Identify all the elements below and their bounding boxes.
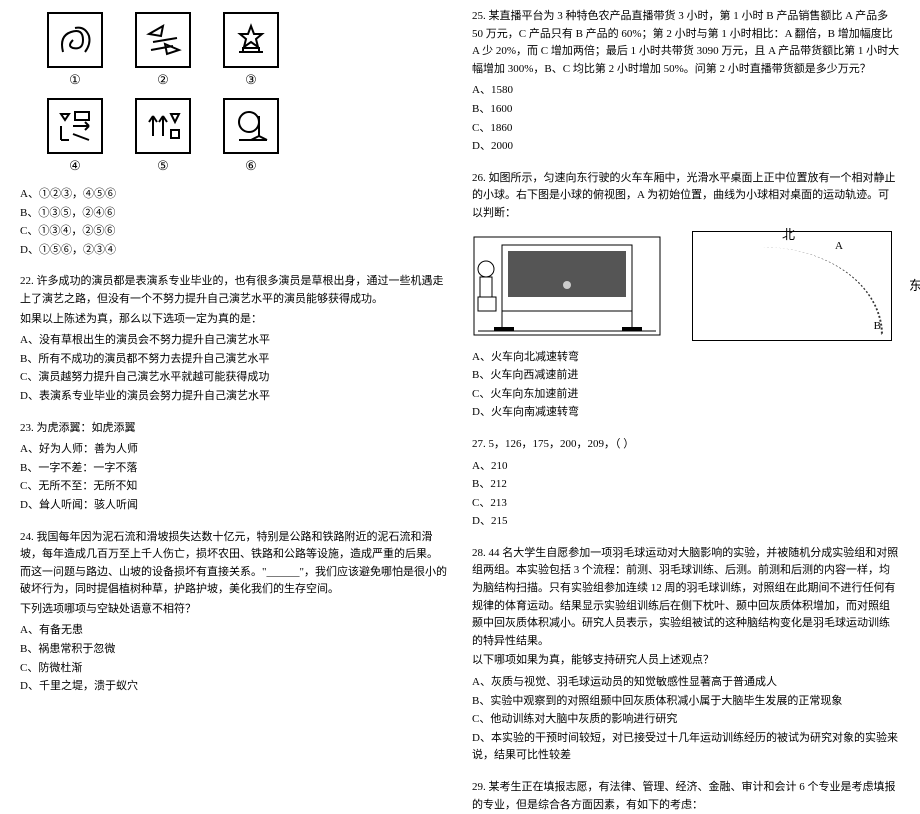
option-d: D、表演系专业毕业的演员会努力提升自己演艺水平 bbox=[20, 388, 448, 406]
q23-stem: 23. 为虎添翼：如虎添翼 bbox=[20, 420, 448, 438]
option-a: A、①②③，④⑤⑥ bbox=[20, 186, 448, 204]
abstract-curve-icon bbox=[47, 12, 103, 68]
option-b: B、火车向西减速前进 bbox=[472, 367, 900, 385]
option-d: D、耸人听闻：骇人听闻 bbox=[20, 497, 448, 515]
option-d: D、千里之堤，溃于蚁穴 bbox=[20, 678, 448, 696]
trajectory-top-view: A B bbox=[692, 231, 892, 341]
dotted-arc bbox=[763, 247, 883, 335]
q22-stem: 22. 许多成功的演员都是表演系专业毕业的，也有很多演员是草根出身，通过一些机遇… bbox=[20, 273, 448, 308]
point-a-label: A bbox=[835, 238, 843, 256]
q26-stem: 26. 如图所示，匀速向东行驶的火车车厢中，光滑水平桌面上正中位置放有一个相对静… bbox=[472, 170, 900, 223]
icon-cell-5: ⑤ bbox=[128, 98, 198, 178]
icon-cell-4: ④ bbox=[40, 98, 110, 178]
q28-stem: 28. 44 名大学生自愿参加一项羽毛球运动对大脑影响的实验，并被随机分成实验组… bbox=[472, 545, 900, 651]
option-d: D、火车向南减速转弯 bbox=[472, 404, 900, 422]
option-d: D、215 bbox=[472, 513, 900, 531]
option-d: D、①⑤⑥，②③④ bbox=[20, 242, 448, 260]
option-a: A、灰质与视觉、羽毛球运动员的知觉敏感性显著高于普通成人 bbox=[472, 674, 900, 692]
arrows-shapes-icon bbox=[47, 98, 103, 154]
right-column: 25. 某直播平台为 3 种特色农产品直播带货 3 小时，第 1 小时 B 产品… bbox=[460, 8, 912, 643]
q29-stem: 29. 某考生正在填报志愿，有法律、管理、经济、金融、审计和会计 6 个专业是考… bbox=[472, 779, 900, 814]
icon-cell-6: ⑥ bbox=[216, 98, 286, 178]
question-29: 29. 某考生正在填报志愿，有法律、管理、经济、金融、审计和会计 6 个专业是考… bbox=[472, 779, 900, 814]
option-c: C、213 bbox=[472, 495, 900, 513]
option-b: B、实验中观察到的对照组颞中回灰质体积减小属于大脑毕生发展的正常现象 bbox=[472, 693, 900, 711]
question-24: 24. 我国每年因为泥石流和滑坡损失达数十亿元，特别是公路和铁路附近的泥石流和滑… bbox=[20, 529, 448, 696]
option-d: D、本实验的干预时间较短，对已接受过十几年运动训练经历的被试为研究对象的实验来说… bbox=[472, 730, 900, 765]
option-b: B、212 bbox=[472, 476, 900, 494]
question-27: 27. 5，126，175，200，209，（ ） A、210 B、212 C、… bbox=[472, 436, 900, 531]
icon-label: ⑤ bbox=[157, 156, 169, 177]
icon-label: ④ bbox=[69, 156, 81, 177]
icon-cell-1: ① bbox=[40, 12, 110, 92]
q28-ask: 以下哪项如果为真，能够支持研究人员上述观点？ bbox=[472, 652, 900, 670]
icon-grid: ① ② ③ ④ ⑤ bbox=[40, 12, 448, 178]
option-a: A、210 bbox=[472, 458, 900, 476]
option-b: B、1600 bbox=[472, 101, 900, 119]
option-a: A、有备无患 bbox=[20, 622, 448, 640]
question-23: 23. 为虎添翼：如虎添翼 A、好为人师：善为人师 B、一字不差：一字不落 C、… bbox=[20, 420, 448, 515]
option-c: C、演员越努力提升自己演艺水平就越可能获得成功 bbox=[20, 369, 448, 387]
q24-ask: 下列选项哪项与空缺处语意不相符？ bbox=[20, 601, 448, 619]
train-side-view-icon bbox=[472, 231, 662, 341]
q25-stem: 25. 某直播平台为 3 种特色农产品直播带货 3 小时，第 1 小时 B 产品… bbox=[472, 8, 900, 78]
question-28: 28. 44 名大学生自愿参加一项羽毛球运动对大脑影响的实验，并被随机分成实验组… bbox=[472, 545, 900, 765]
question-25: 25. 某直播平台为 3 种特色农产品直播带货 3 小时，第 1 小时 B 产品… bbox=[472, 8, 900, 156]
option-c: C、防微杜渐 bbox=[20, 660, 448, 678]
icon-label: ① bbox=[69, 70, 81, 91]
up-arrows-shapes-icon bbox=[135, 98, 191, 154]
option-d: D、2000 bbox=[472, 138, 900, 156]
left-column: ① ② ③ ④ ⑤ bbox=[8, 8, 460, 643]
q24-stem: 24. 我国每年因为泥石流和滑坡损失达数十亿元，特别是公路和铁路附近的泥石流和滑… bbox=[20, 529, 448, 599]
option-b: B、一字不差：一字不落 bbox=[20, 460, 448, 478]
option-a: A、1580 bbox=[472, 82, 900, 100]
icon-label: ⑥ bbox=[245, 156, 257, 177]
icon-label: ③ bbox=[245, 70, 257, 91]
option-c: C、①③④，②⑤⑥ bbox=[20, 223, 448, 241]
q21-options: A、①②③，④⑤⑥ B、①③⑤，②④⑥ C、①③④，②⑤⑥ D、①⑤⑥，②③④ bbox=[20, 186, 448, 259]
compass-north-label: 北 bbox=[782, 225, 795, 246]
option-b: B、祸患常积于忽微 bbox=[20, 641, 448, 659]
question-22: 22. 许多成功的演员都是表演系专业毕业的，也有很多演员是草根出身，通过一些机遇… bbox=[20, 273, 448, 405]
option-b: B、①③⑤，②④⑥ bbox=[20, 205, 448, 223]
compass-east-label: 东 bbox=[909, 276, 920, 297]
q22-premise: 如果以上陈述为真，那么以下选项一定为真的是： bbox=[20, 311, 448, 329]
question-26: 26. 如图所示，匀速向东行驶的火车车厢中，光滑水平桌面上正中位置放有一个相对静… bbox=[472, 170, 900, 422]
icon-cell-2: ② bbox=[128, 12, 198, 92]
option-c: C、火车向东加速前进 bbox=[472, 386, 900, 404]
option-c: C、1860 bbox=[472, 120, 900, 138]
triangles-lines-icon bbox=[135, 12, 191, 68]
option-c: C、他动训练对大脑中灰质的影响进行研究 bbox=[472, 711, 900, 729]
circle-stand-icon bbox=[223, 98, 279, 154]
option-a: A、好为人师：善为人师 bbox=[20, 441, 448, 459]
icon-label: ② bbox=[157, 70, 169, 91]
q27-stem: 27. 5，126，175，200，209，（ ） bbox=[472, 436, 900, 454]
option-a: A、没有草根出生的演员会不努力提升自己演艺水平 bbox=[20, 332, 448, 350]
option-c: C、无所不至：无所不知 bbox=[20, 478, 448, 496]
star-pedestal-icon bbox=[223, 12, 279, 68]
option-b: B、所有不成功的演员都不努力去提升自己演艺水平 bbox=[20, 351, 448, 369]
icon-cell-3: ③ bbox=[216, 12, 286, 92]
option-a: A、火车向北减速转弯 bbox=[472, 349, 900, 367]
